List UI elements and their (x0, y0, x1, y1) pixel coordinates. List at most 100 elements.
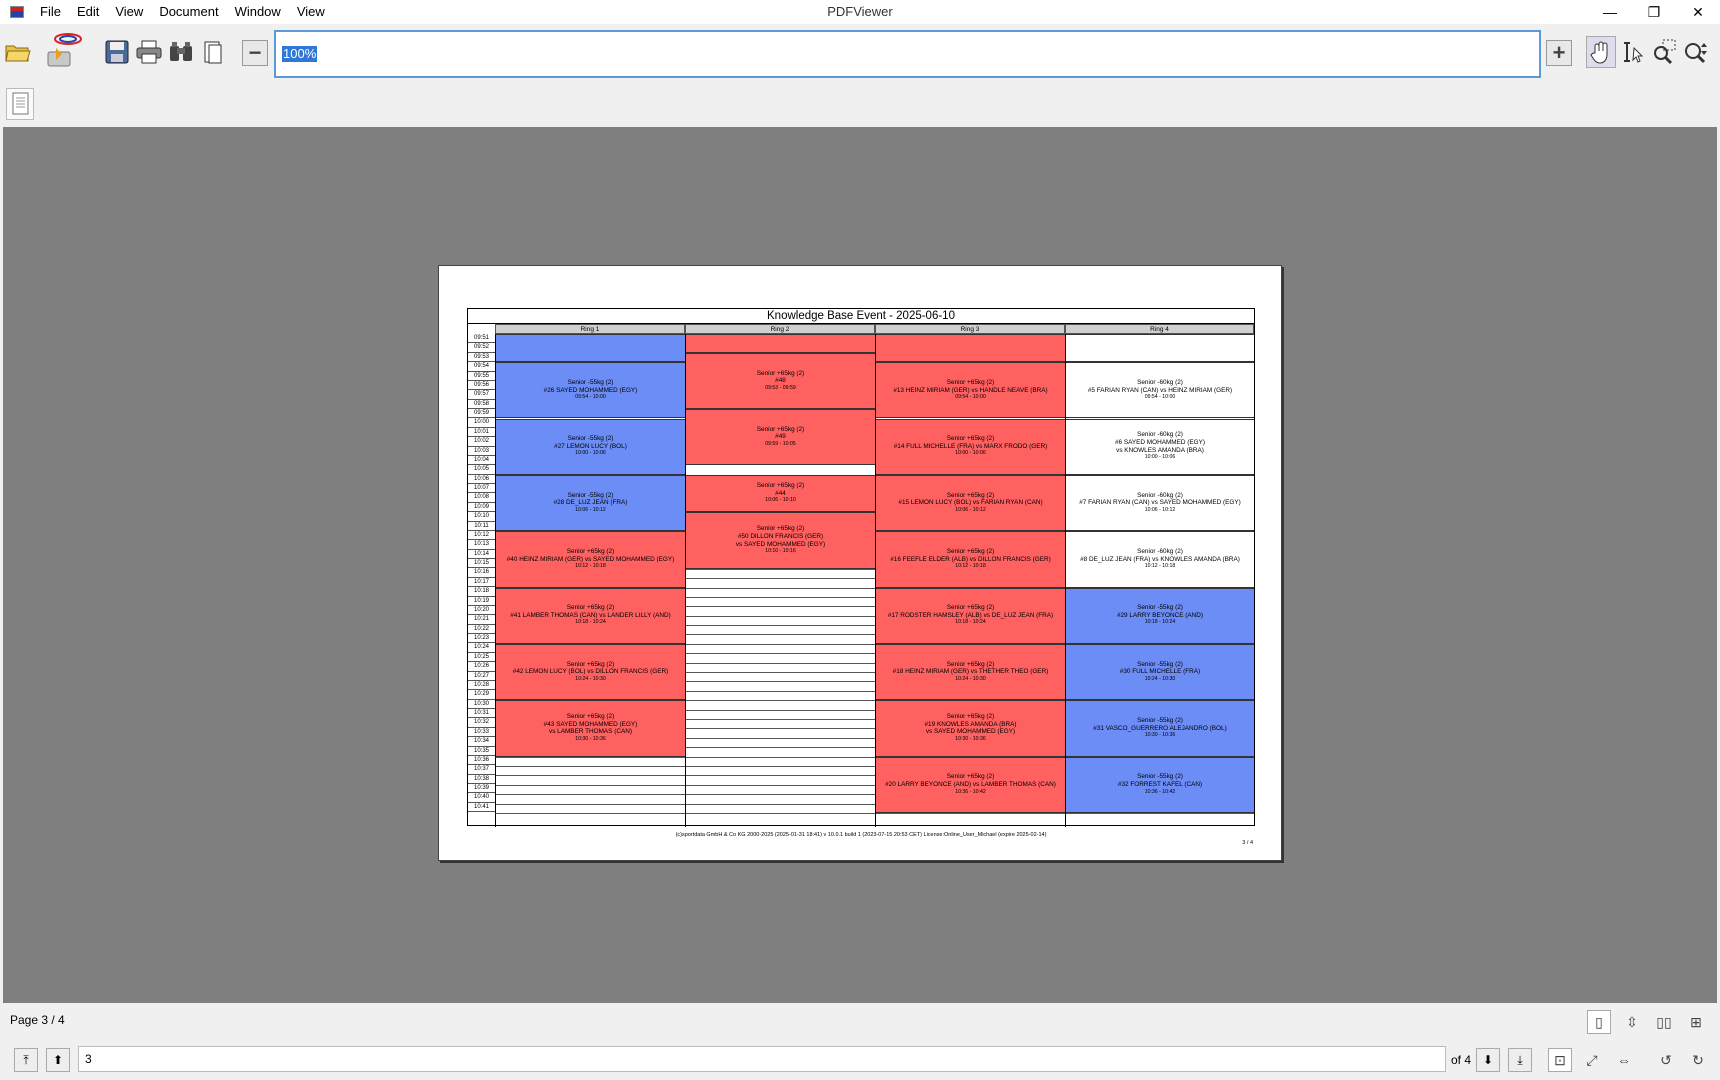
page-number-input[interactable]: 3 (78, 1046, 1446, 1072)
last-page-button[interactable]: ⤓ (1508, 1048, 1532, 1072)
match-line: #29 LARRY BEYONCE (AND) (1116, 611, 1204, 619)
match-slot: Senior -55kg (2) #30 FULL MICHELLE (FRA) 1… (1066, 643, 1254, 701)
match-line: vs KNOWLES AMANDA (BRA) (1116, 446, 1204, 454)
match-slot: Senior +65kg (2) #15 LEMON LUCY (BOL) vs … (876, 474, 1065, 532)
match-slot: Senior +65kg (2) #43 SAYED MOHAMMED (EGY)… (496, 700, 685, 757)
match-line: #17 RODSTER HAMSLEY (ALB) vs DE_LUZ JEAN… (887, 611, 1054, 619)
time-label: 10:30 (468, 700, 495, 709)
save-icon[interactable] (103, 38, 131, 66)
time-label: 10:25 (468, 653, 495, 663)
previous-page-button[interactable]: ⬆ (46, 1048, 70, 1072)
match-slot (1066, 334, 1254, 363)
empty-row-line (686, 728, 875, 730)
match-line: #14 FULL MICHELLE (FRA) vs MARX FRODO (G… (893, 442, 1048, 450)
rotate-left-icon[interactable]: ↺ (1654, 1048, 1678, 1072)
match-slot: Senior +65kg (2) #48 09:53 - 09:59 (686, 352, 875, 410)
match-time: 10:24 - 10:30 (575, 675, 606, 682)
arrow-down-icon: ⬇ (1482, 1053, 1494, 1067)
marquee-zoom-icon[interactable] (1650, 38, 1678, 66)
time-label: 10:22 (468, 625, 495, 634)
restore-button[interactable]: ❐ (1632, 0, 1676, 24)
fit-page-icon[interactable]: ⤢ (1580, 1048, 1604, 1072)
time-label: 10:21 (468, 615, 495, 625)
menu-file[interactable]: File (32, 0, 69, 24)
zoom-in-button[interactable]: + (1546, 40, 1572, 66)
menu-view[interactable]: View (107, 0, 151, 24)
schedule-grid: 09:51 09:52 09:53 09:54 09:55 09:56 09:57 09:58… (467, 323, 1255, 827)
empty-row-line (686, 747, 875, 749)
menu-edit[interactable]: Edit (69, 0, 107, 24)
actual-size-icon[interactable]: ⊡ (1548, 1048, 1572, 1072)
match-line: #40 HEINZ MIRIAM (GER) vs SAYED MOHAMMED… (506, 555, 675, 563)
document-viewer[interactable]: Knowledge Base Event - 2025-06-10 09:51 0… (3, 127, 1717, 1003)
match-line: #44 (775, 489, 786, 497)
open-folder-icon[interactable] (4, 38, 32, 66)
menu-view-2[interactable]: View (289, 0, 333, 24)
match-time: 10:18 - 10:24 (575, 619, 606, 626)
close-button[interactable]: ✕ (1676, 0, 1720, 24)
match-slot: Senior +65kg (2) #44 10:06 - 10:10 (686, 474, 875, 513)
empty-row-line (686, 690, 875, 692)
sportdata-logo-icon[interactable] (44, 30, 84, 72)
match-slot (876, 334, 1065, 363)
match-line: #19 KNOWLES AMANDA (BRA) (924, 720, 1017, 728)
time-label: 10:20 (468, 606, 495, 616)
empty-row-line (1066, 812, 1254, 814)
time-label: 09:56 (468, 381, 495, 391)
match-line: #41 LAMBER THOMAS (CAN) vs LANDER LILLY … (510, 611, 671, 619)
match-line: #5 FARIAN RYAN (CAN) vs HEINZ MIRIAM (GE… (1087, 386, 1233, 394)
empty-row-line (686, 765, 875, 767)
empty-row-line (686, 606, 875, 608)
match-line: #8 DE_LUZ JEAN (FRA) vs KNOWLES AMANDA (… (1080, 555, 1240, 563)
time-label: 10:33 (468, 728, 495, 738)
zoom-out-button[interactable]: − (242, 40, 268, 66)
match-time: 10:30 - 10:36 (575, 735, 606, 742)
match-line: #16 FEEFLE ELDER (ALB) vs DILLON FRANCIS… (890, 555, 1051, 563)
empty-row-line (496, 812, 685, 814)
empty-row-line (496, 756, 685, 758)
time-label: 10:16 (468, 568, 495, 578)
empty-row-line (496, 775, 685, 777)
time-label: 10:09 (468, 503, 495, 513)
match-slot (496, 334, 685, 363)
single-page-view-icon[interactable]: ▯ (1587, 1010, 1611, 1034)
minimize-button[interactable]: — (1588, 0, 1632, 24)
match-time: 10:00 - 10:06 (575, 450, 606, 457)
text-select-icon[interactable] (1620, 38, 1648, 66)
empty-row-line (686, 653, 875, 655)
first-page-button[interactable]: ⤒ (14, 1048, 38, 1072)
empty-row-line (686, 662, 875, 664)
empty-row-line (686, 718, 875, 720)
empty-row-line (686, 596, 875, 598)
continuous-view-icon[interactable]: ⇳ (1620, 1010, 1644, 1034)
facing-view-icon[interactable]: ▯▯ (1652, 1010, 1676, 1034)
zoom-input[interactable]: 100% (274, 30, 1541, 78)
first-page-icon: ⤒ (23, 1052, 29, 1067)
time-label: 10:19 (468, 597, 495, 606)
menu-document[interactable]: Document (151, 0, 226, 24)
page-status-label: Page 3 / 4 (10, 1013, 65, 1027)
match-time: 09:59 - 10:05 (765, 441, 796, 448)
match-slot: Senior +65kg (2) #13 HEINZ MIRIAM (GER) v… (876, 362, 1065, 419)
match-line: #26 SAYED MOHAMMED (EGY) (543, 386, 638, 394)
rotate-right-icon[interactable]: ↻ (1686, 1048, 1710, 1072)
match-line: Senior +65kg (2) (946, 435, 995, 443)
time-label: 10:13 (468, 540, 495, 550)
dynamic-zoom-icon[interactable] (1682, 38, 1710, 66)
page-properties-icon[interactable] (199, 38, 227, 66)
match-line: #27 LEMON LUCY (BOL) (554, 442, 627, 450)
hand-tool-icon[interactable] (1586, 36, 1616, 68)
match-slot: Senior -60kg (2) #7 FARIAN RYAN (CAN) vs … (1066, 474, 1254, 532)
time-label: 09:55 (468, 372, 495, 381)
time-label: 10:24 (468, 643, 495, 653)
fit-width-icon[interactable]: ⇔ (1612, 1048, 1636, 1072)
time-column: 09:51 09:52 09:53 09:54 09:55 09:56 09:57 09:58… (468, 334, 495, 813)
menu-window[interactable]: Window (227, 0, 289, 24)
pages-panel-button[interactable] (6, 88, 34, 120)
continuous-facing-view-icon[interactable]: ⊞ (1684, 1010, 1708, 1034)
find-binoculars-icon[interactable] (167, 38, 195, 66)
next-page-button[interactable]: ⬇ (1476, 1048, 1500, 1072)
print-icon[interactable] (135, 38, 163, 66)
match-line: #32 FORREST KAFEL (CAN) (1117, 780, 1203, 788)
empty-row-line (686, 681, 875, 683)
